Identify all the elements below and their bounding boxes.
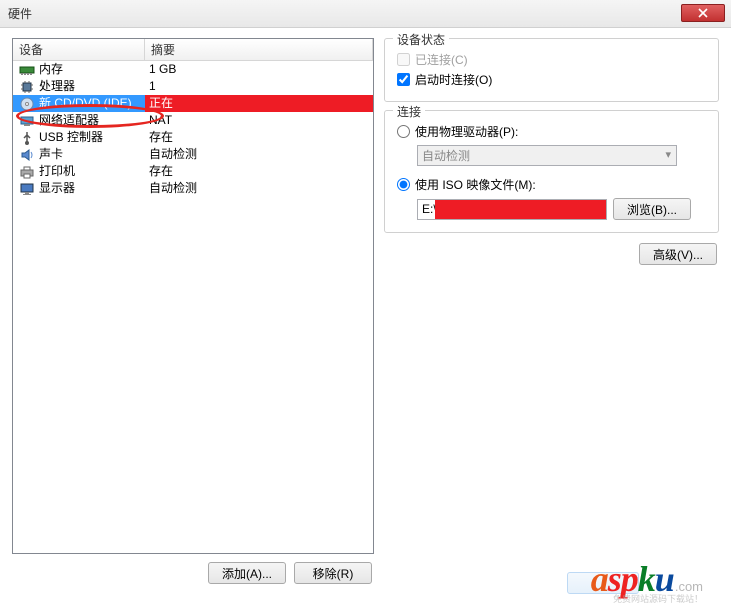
device-summary: 正在	[145, 95, 373, 112]
device-list: 设备 摘要 内存1 GB处理器1新 CD/DVD (IDE)正在网络适配器NAT…	[12, 38, 374, 554]
connection-group: 连接 使用物理驱动器(P): 使用 ISO 映像文件(M):	[384, 110, 719, 233]
list-header: 设备 摘要	[13, 39, 373, 61]
device-status-group: 设备状态 已连接(C) 启动时连接(O)	[384, 38, 719, 102]
device-label: 内存	[39, 61, 145, 78]
status-legend: 设备状态	[393, 31, 449, 48]
connected-checkbox-row: 已连接(C)	[397, 49, 706, 69]
table-row[interactable]: 处理器1	[13, 78, 373, 95]
table-row[interactable]: 声卡自动检测	[13, 146, 373, 163]
connected-label: 已连接(C)	[415, 51, 468, 68]
remove-button[interactable]: 移除(R)	[294, 562, 372, 584]
cd-icon	[19, 96, 35, 112]
column-summary[interactable]: 摘要	[145, 39, 373, 60]
physical-select-wrap	[417, 145, 677, 166]
cpu-icon	[19, 79, 35, 95]
connect-at-power-checkbox[interactable]	[397, 73, 410, 86]
device-summary: 1	[145, 78, 373, 95]
device-label: USB 控制器	[39, 129, 145, 146]
connection-legend: 连接	[393, 103, 425, 120]
advanced-button[interactable]: 高级(V)...	[639, 243, 717, 265]
memory-icon	[19, 62, 35, 78]
device-summary: NAT	[145, 112, 373, 129]
display-icon	[19, 181, 35, 197]
advanced-row: 高级(V)...	[384, 241, 719, 265]
device-summary: 存在	[145, 129, 373, 146]
device-summary: 自动检测	[145, 180, 373, 197]
use-physical-radio[interactable]	[397, 125, 410, 138]
iso-input-wrap	[417, 199, 607, 220]
table-row[interactable]: 新 CD/DVD (IDE)正在	[13, 95, 373, 112]
device-label: 显示器	[39, 180, 145, 197]
table-row[interactable]: 打印机存在	[13, 163, 373, 180]
left-panel: 设备 摘要 内存1 GB处理器1新 CD/DVD (IDE)正在网络适配器NAT…	[12, 38, 374, 584]
sound-icon	[19, 147, 35, 163]
connect-at-power-row[interactable]: 启动时连接(O)	[397, 69, 706, 89]
table-row[interactable]: USB 控制器存在	[13, 129, 373, 146]
connect-at-power-label: 启动时连接(O)	[415, 71, 492, 88]
window-title: 硬件	[8, 5, 32, 22]
table-row[interactable]: 内存1 GB	[13, 61, 373, 78]
device-label: 打印机	[39, 163, 145, 180]
table-row[interactable]: 网络适配器NAT	[13, 112, 373, 129]
watermark-sub: 免费网站源码下载站！	[613, 592, 703, 605]
physical-drive-select	[417, 145, 677, 166]
connected-checkbox	[397, 53, 410, 66]
use-iso-radio[interactable]	[397, 178, 410, 191]
usb-icon	[19, 130, 35, 146]
device-label: 处理器	[39, 78, 145, 95]
use-physical-label: 使用物理驱动器(P):	[415, 123, 518, 140]
device-summary: 1 GB	[145, 61, 373, 78]
list-body: 内存1 GB处理器1新 CD/DVD (IDE)正在网络适配器NATUSB 控制…	[13, 61, 373, 553]
redaction-overlay	[435, 200, 606, 219]
content-area: 设备 摘要 内存1 GB处理器1新 CD/DVD (IDE)正在网络适配器NAT…	[0, 28, 731, 588]
use-physical-row[interactable]: 使用物理驱动器(P):	[397, 121, 706, 141]
device-summary: 自动检测	[145, 146, 373, 163]
device-label: 声卡	[39, 146, 145, 163]
use-iso-row[interactable]: 使用 ISO 映像文件(M):	[397, 174, 706, 194]
device-label: 新 CD/DVD (IDE)	[39, 95, 145, 112]
network-icon	[19, 113, 35, 129]
browse-button[interactable]: 浏览(B)...	[613, 198, 691, 220]
left-button-bar: 添加(A)... 移除(R)	[12, 554, 374, 584]
right-panel: 设备状态 已连接(C) 启动时连接(O) 连接 使用物理驱动器(P):	[384, 38, 719, 584]
titlebar: 硬件	[0, 0, 731, 28]
use-iso-label: 使用 ISO 映像文件(M):	[415, 176, 536, 193]
column-device[interactable]: 设备	[13, 39, 145, 60]
printer-icon	[19, 164, 35, 180]
table-row[interactable]: 显示器自动检测	[13, 180, 373, 197]
device-label: 网络适配器	[39, 112, 145, 129]
close-icon	[698, 8, 708, 18]
device-summary: 存在	[145, 163, 373, 180]
close-button[interactable]	[681, 4, 725, 22]
add-button[interactable]: 添加(A)...	[208, 562, 286, 584]
